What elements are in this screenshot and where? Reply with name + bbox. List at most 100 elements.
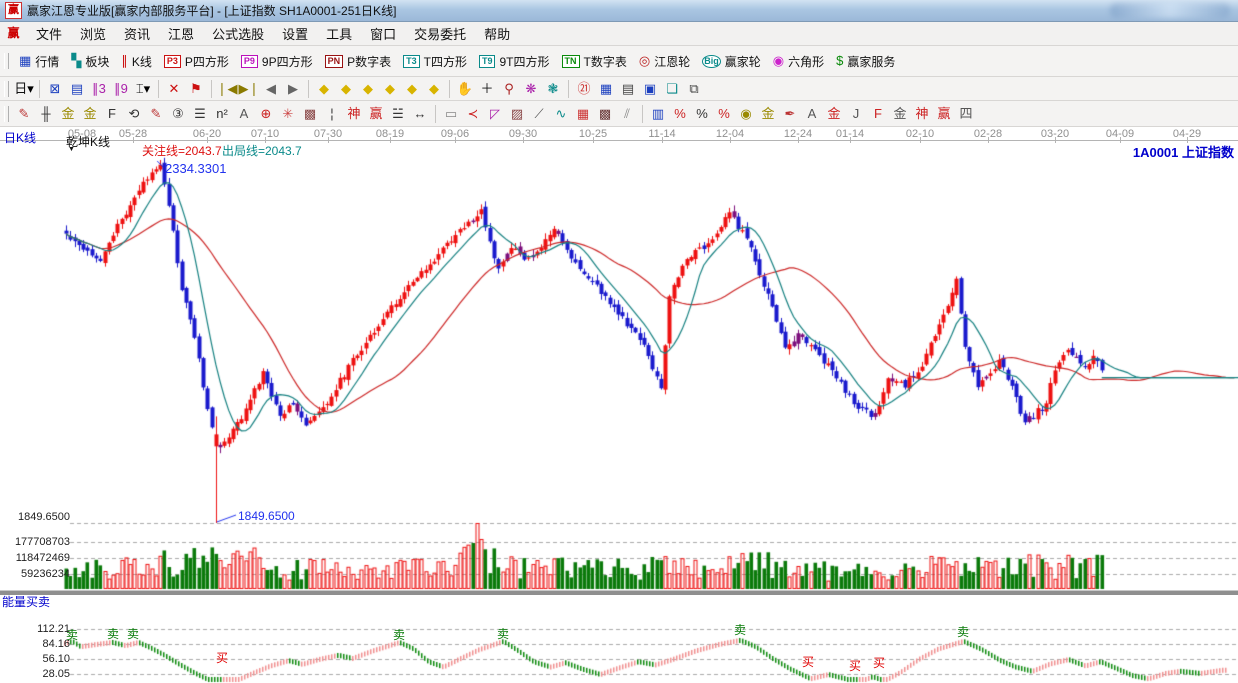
toolbar-button-t-number-table[interactable]: TNT数字表	[556, 50, 633, 73]
toolbar-button-hexagon[interactable]: ◉六角形	[767, 50, 830, 73]
toolbar-button-web-browser[interactable]: ❏	[661, 79, 683, 99]
toolbar-button-pan-left-diamond[interactable]: ◆	[313, 79, 335, 99]
toolbar-button-web-box[interactable]: ▩	[299, 104, 321, 124]
toolbar-button-quotes[interactable]: ▦行情	[13, 50, 65, 73]
toolbar-button-9t-square[interactable]: T99T四方形	[473, 50, 556, 73]
toolbar-button-zoom-in-h-diamond[interactable]: ◆	[357, 79, 379, 99]
toolbar-button-go-last[interactable]: ▶❘	[238, 79, 260, 99]
toolbar-button-stats-columns[interactable]: ▥	[647, 104, 669, 124]
toolbar-button-ink-pen[interactable]: ✒	[779, 104, 801, 124]
candle-style-dropdown-arrow[interactable]: ▾	[144, 82, 151, 96]
toolbar-button-angle-si[interactable]: 四	[955, 104, 977, 124]
toolbar-button-step-back[interactable]: ◀	[260, 79, 282, 99]
toolbar-button-candle-style[interactable]: ⌶▾	[132, 79, 154, 99]
toolbar-button-smart-analysis[interactable]: ❃	[542, 79, 564, 99]
toolbar-button-magnify[interactable]: ⚲	[498, 79, 520, 99]
menu-item-tools[interactable]: 工具	[317, 22, 361, 45]
toolbar-button-spider-web[interactable]: ✳	[277, 104, 299, 124]
toolbar-button-kline-3[interactable]: ∥3	[88, 79, 110, 99]
toolbar-button-ruler-123[interactable]: ☱	[387, 104, 409, 124]
menu-item-help[interactable]: 帮助	[475, 22, 519, 45]
toolbar-grip[interactable]	[4, 81, 9, 97]
toolbar-button-angle-j[interactable]: J	[845, 104, 867, 124]
toolbar-button-f-grid[interactable]: F	[101, 104, 123, 124]
toolbar-button-formula-x[interactable]: ✕	[163, 79, 185, 99]
toolbar-button-drag-hand[interactable]: ✋	[454, 79, 476, 99]
toolbar-button-pencil[interactable]: ✎	[13, 104, 35, 124]
kline-type-dropdown-arrow[interactable]: ▼	[68, 146, 75, 153]
toolbar-button-t-square[interactable]: T3T四方形	[397, 50, 473, 73]
toolbar-button-mirror-a[interactable]: A	[233, 104, 255, 124]
toolbar-button-box-select[interactable]: ▭	[440, 104, 462, 124]
toolbar-button-gann-box[interactable]: ◸	[484, 104, 506, 124]
toolbar-button-grid-dark[interactable]: ▩	[594, 104, 616, 124]
toolbar-button-calendar-21[interactable]: ㉑	[573, 79, 595, 99]
toolbar-button-win-grid[interactable]: 赢	[365, 104, 387, 124]
toolbar-button-winner-wheel[interactable]: Big赢家轮	[696, 50, 767, 73]
panel-separator[interactable]	[0, 590, 1238, 595]
toolbar-button-circle-cross[interactable]: ⊕	[255, 104, 277, 124]
toolbar-button-printer[interactable]: ⧉	[683, 79, 705, 99]
menu-item-settings[interactable]: 设置	[273, 22, 317, 45]
toolbar-button-gann-ruler[interactable]: ╫	[35, 104, 57, 124]
toolbar-button-compress-diamond[interactable]: ◆	[401, 79, 423, 99]
toolbar-button-zoom-out-h-diamond[interactable]: ◆	[379, 79, 401, 99]
toolbar-button-step-forward[interactable]: ▶	[282, 79, 304, 99]
menu-item-news[interactable]: 资讯	[115, 22, 159, 45]
toolbar-button-percent-zone[interactable]: %	[669, 104, 691, 124]
menu-item-file[interactable]: 文件	[27, 22, 71, 45]
toolbar-button-kline[interactable]: ∥K线	[115, 50, 158, 73]
toolbar-button-price-marks[interactable]: ¦	[321, 104, 343, 124]
toolbar-button-qiankun-box[interactable]: ⊠	[44, 79, 66, 99]
toolbar-button-pan-right-diamond[interactable]: ◆	[335, 79, 357, 99]
toolbar-button-wave-line[interactable]: ∿	[550, 104, 572, 124]
toolbar-button-gann-flower[interactable]: ❋	[520, 79, 542, 99]
toolbar-button-fan-lines[interactable]: ≺	[462, 104, 484, 124]
main-chart-canvas[interactable]	[0, 127, 1238, 683]
menu-item-window[interactable]: 窗口	[361, 22, 405, 45]
toolbar-button-crosshair[interactable]: ＋	[476, 79, 498, 99]
toolbar-button-p-square[interactable]: P3P四方形	[158, 50, 235, 73]
toolbar-button-gann-wheel[interactable]: ◎江恩轮	[633, 50, 696, 73]
toolbar-button-n-squared[interactable]: n²	[211, 104, 233, 124]
toolbar-button-wave-a[interactable]: A	[801, 104, 823, 124]
toolbar-button-gold-line[interactable]: 金	[823, 104, 845, 124]
toolbar-button-trend-angle[interactable]: ⟋	[528, 104, 550, 124]
toolbar-button-angle-shen[interactable]: 神	[911, 104, 933, 124]
toolbar-button-gann-net[interactable]: ▨	[506, 104, 528, 124]
toolbar-button-spiral[interactable]: ⟲	[123, 104, 145, 124]
toolbar-button-angle-win[interactable]: 赢	[933, 104, 955, 124]
toolbar-button-signal-flag[interactable]: ⚑	[185, 79, 207, 99]
toolbar-button-expand-diamond[interactable]: ◆	[423, 79, 445, 99]
toolbar-button-gold-levels[interactable]: 金	[757, 104, 779, 124]
menu-item-trade-entrust[interactable]: 交易委托	[405, 22, 475, 45]
menu-item-formula-stock[interactable]: 公式选股	[203, 22, 273, 45]
toolbar-button-circle-3[interactable]: ③	[167, 104, 189, 124]
toolbar-button-gold-grid-1[interactable]: 金	[57, 104, 79, 124]
toolbar-button-width-measure[interactable]: ↔	[409, 104, 431, 124]
toolbar-grip[interactable]	[4, 106, 9, 122]
toolbar-button-kline-9[interactable]: ∥9	[110, 79, 132, 99]
toolbar-button-info-list[interactable]: ▤	[66, 79, 88, 99]
menu-item-gann[interactable]: 江恩	[159, 22, 203, 45]
toolbar-button-report-pad[interactable]: ▤	[617, 79, 639, 99]
toolbar-button-percent-line[interactable]: %	[713, 104, 735, 124]
toolbar-button-calculator[interactable]: ▦	[595, 79, 617, 99]
toolbar-button-sectors[interactable]: ▚板块	[65, 50, 115, 73]
toolbar-button-go-first[interactable]: ❘◀	[216, 79, 238, 99]
toolbar-button-pencil-2[interactable]: ✎	[145, 104, 167, 124]
toolbar-button-parallel-lines[interactable]: ⫽	[616, 104, 638, 124]
toolbar-button-angle-gold[interactable]: 金	[889, 104, 911, 124]
toolbar-button-p-number-table[interactable]: PNP数字表	[319, 50, 398, 73]
toolbar-button-gold-grid-2[interactable]: 金	[79, 104, 101, 124]
toolbar-button-hash-ruler[interactable]: ☰	[189, 104, 211, 124]
toolbar-button-gold-circle[interactable]: ◉	[735, 104, 757, 124]
toolbar-button-save-disk[interactable]: ▣	[639, 79, 661, 99]
toolbar-button-period-daily[interactable]: 日▾	[13, 79, 35, 99]
toolbar-button-winner-service[interactable]: $赢家服务	[830, 50, 901, 73]
toolbar-grip[interactable]	[4, 53, 9, 69]
toolbar-button-grid-red[interactable]: ▦	[572, 104, 594, 124]
toolbar-button-percent-plain[interactable]: %	[691, 104, 713, 124]
toolbar-button-shen-grid[interactable]: 神	[343, 104, 365, 124]
toolbar-button-angle-f[interactable]: F	[867, 104, 889, 124]
